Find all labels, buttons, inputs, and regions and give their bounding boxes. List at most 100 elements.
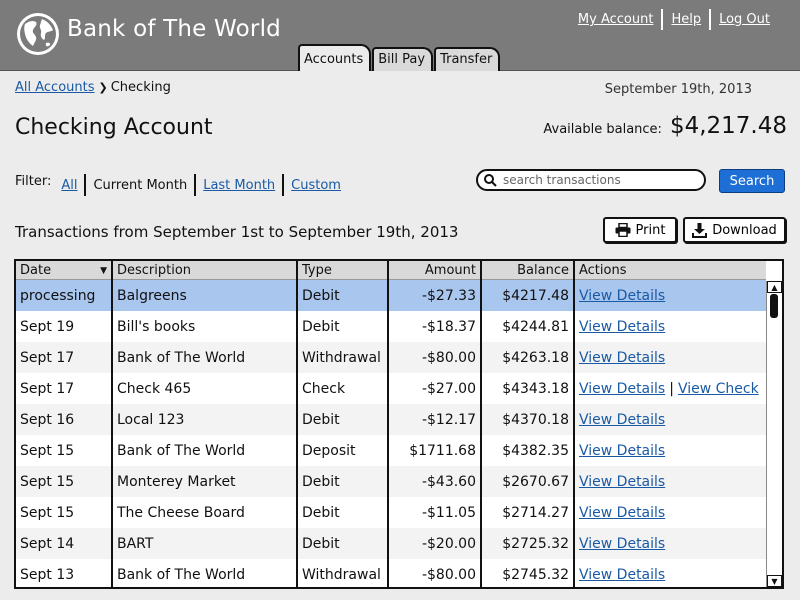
link-divider <box>661 9 664 30</box>
app-header: Bank of The World My Account Help Log Ou… <box>0 0 800 71</box>
cell-type: Debit <box>296 528 388 559</box>
cell-date: Sept 19 <box>16 311 112 342</box>
view-details-link[interactable]: View Details <box>579 443 665 459</box>
cell-balance: $4263.18 <box>480 342 574 373</box>
cell-actions: View Details <box>573 528 766 559</box>
column-header-description[interactable]: Description <box>111 261 297 280</box>
cell-balance: $4370.18 <box>480 404 574 435</box>
balance-label: Available balance: <box>543 122 662 137</box>
top-links: My Account Help Log Out <box>578 9 770 30</box>
cell-description: Bank of The World <box>111 559 297 587</box>
cell-amount: -$18.37 <box>387 311 481 342</box>
table-row[interactable]: Sept 16 Local 123 Debit -$12.17 $4370.18 View… <box>16 404 766 435</box>
cell-date: Sept 15 <box>16 466 112 497</box>
table-row[interactable]: Sept 15 Monterey Market Debit -$43.60 $2670.… <box>16 466 766 497</box>
cell-date: Sept 17 <box>16 342 112 373</box>
view-details-link[interactable]: View Details <box>579 474 665 490</box>
table-row[interactable]: processing Balgreens Debit -$27.33 $4217.48 V… <box>16 279 766 311</box>
balance-value: $4,217.48 <box>669 113 787 139</box>
cell-type: Deposit <box>296 435 388 466</box>
filter-label: Filter: <box>15 173 52 189</box>
cell-type: Withdrawal <box>296 559 388 587</box>
column-header-balance[interactable]: Balance <box>480 261 574 280</box>
filter-last-month[interactable]: Last Month <box>203 178 275 193</box>
cell-actions: View Details <box>573 279 766 311</box>
column-header-amount[interactable]: Amount <box>387 261 481 280</box>
cell-actions: View Details <box>573 342 766 373</box>
view-details-link[interactable]: View Details <box>579 505 665 521</box>
cell-type: Debit <box>296 466 388 497</box>
breadcrumb-current: Checking <box>110 80 171 95</box>
cell-actions: View Details | View Check <box>573 373 766 404</box>
filter-current-month[interactable]: Current Month <box>93 178 187 193</box>
view-details-link[interactable]: View Details <box>579 567 665 583</box>
table-body: processing Balgreens Debit -$27.33 $4217.48 V… <box>16 279 766 587</box>
cell-amount: -$27.00 <box>387 373 481 404</box>
search-box <box>476 169 706 191</box>
cell-actions: View Details <box>573 466 766 497</box>
filter-custom[interactable]: Custom <box>291 178 341 193</box>
print-button[interactable]: Print <box>603 217 677 243</box>
tab-accounts[interactable]: Accounts <box>298 44 372 71</box>
view-details-link[interactable]: View Details <box>579 288 665 304</box>
chevron-right-icon: ❯ <box>98 81 108 94</box>
download-label: Download <box>712 222 777 238</box>
table-row[interactable]: Sept 15 Bank of The World Deposit $1711.68 $… <box>16 435 766 466</box>
cell-date: Sept 15 <box>16 497 112 528</box>
view-details-link[interactable]: View Details <box>579 536 665 552</box>
scroll-thumb[interactable] <box>770 294 778 318</box>
arrow-down-icon[interactable]: ▼ <box>767 575 782 587</box>
cell-amount: -$80.00 <box>387 342 481 373</box>
cell-description: The Cheese Board <box>111 497 297 528</box>
cell-description: Bank of The World <box>111 435 297 466</box>
tab-transfer[interactable]: Transfer <box>434 47 501 71</box>
breadcrumb-all-accounts[interactable]: All Accounts <box>15 80 95 95</box>
table-row[interactable]: Sept 17 Bank of The World Withdrawal -$80.0… <box>16 342 766 373</box>
breadcrumb: All Accounts ❯ Checking <box>15 80 171 95</box>
view-details-link[interactable]: View Details <box>579 350 665 366</box>
cell-balance: $2745.32 <box>480 559 574 587</box>
filter-divider <box>84 174 87 196</box>
globe-icon <box>17 13 59 55</box>
table-row[interactable]: Sept 17 Check 465 Check -$27.00 $4343.18 View… <box>16 373 766 404</box>
cell-balance: $4244.81 <box>480 311 574 342</box>
current-date: September 19th, 2013 <box>604 82 752 97</box>
print-label: Print <box>635 222 666 238</box>
cell-amount: -$80.00 <box>387 559 481 587</box>
column-header-date[interactable]: Date ▼ <box>16 261 112 280</box>
main-tabs: Accounts Bill Pay Transfer <box>298 44 501 71</box>
action-divider: | <box>669 380 674 397</box>
cell-type: Withdrawal <box>296 342 388 373</box>
arrow-up-icon[interactable]: ▲ <box>767 281 782 293</box>
my-account-link[interactable]: My Account <box>578 12 654 27</box>
cell-description: Monterey Market <box>111 466 297 497</box>
help-link[interactable]: Help <box>671 12 701 27</box>
cell-amount: -$12.17 <box>387 404 481 435</box>
table-row[interactable]: Sept 13 Bank of The World Withdrawal -$80.0… <box>16 559 766 587</box>
table-row[interactable]: Sept 14 BART Debit -$20.00 $2725.32 View Deta… <box>16 528 766 559</box>
search-input[interactable] <box>501 172 695 188</box>
log-out-link[interactable]: Log Out <box>719 12 770 27</box>
view-details-link[interactable]: View Details <box>579 319 665 335</box>
table-scrollbar[interactable]: ▲ ▼ <box>766 281 782 587</box>
cell-balance: $2725.32 <box>480 528 574 559</box>
table-row[interactable]: Sept 19 Bill's books Debit -$18.37 $4244.81 V… <box>16 311 766 342</box>
transactions-grid: Date ▼ Description Type Amount Balance Ac… <box>16 261 766 587</box>
cell-description: Check 465 <box>111 373 297 404</box>
view-check-link[interactable]: View Check <box>678 381 759 397</box>
cell-amount: -$20.00 <box>387 528 481 559</box>
table-row[interactable]: Sept 15 The Cheese Board Debit -$11.05 $2714… <box>16 497 766 528</box>
filter-all[interactable]: All <box>61 178 77 193</box>
search-button[interactable]: Search <box>719 169 785 193</box>
available-balance: Available balance: $4,217.48 <box>543 113 787 139</box>
view-details-link[interactable]: View Details <box>579 381 665 397</box>
tab-bill-pay[interactable]: Bill Pay <box>372 47 434 71</box>
view-details-link[interactable]: View Details <box>579 412 665 428</box>
sort-down-icon[interactable]: ▼ <box>100 266 107 276</box>
transactions-table: Date ▼ Description Type Amount Balance Ac… <box>14 259 784 589</box>
page-title: Checking Account <box>15 115 213 140</box>
column-header-type[interactable]: Type <box>296 261 388 280</box>
download-button[interactable]: Download <box>683 217 786 243</box>
cell-description: Balgreens <box>111 279 297 311</box>
column-header-actions: Actions <box>573 261 766 280</box>
